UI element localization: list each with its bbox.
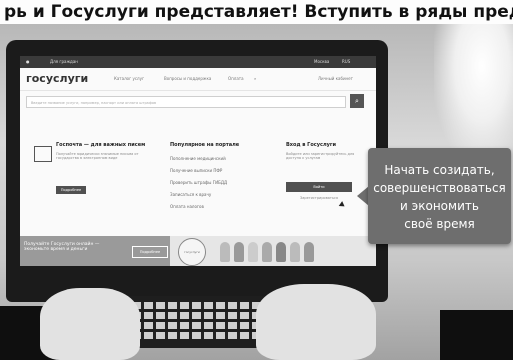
person-illustration: [290, 242, 300, 262]
login-button[interactable]: Войти: [286, 182, 352, 192]
left-hand: [40, 288, 140, 360]
login-title: Вход в Госуслуги: [286, 142, 336, 148]
emblem-icon: ●: [26, 59, 30, 64]
mouse-cursor-icon: [338, 201, 347, 209]
person-illustration: [234, 242, 244, 262]
person-illustration: [220, 242, 230, 262]
site-nav: госуслуги Каталог услуг Вопросы и поддер…: [20, 68, 376, 91]
person-illustration: [304, 242, 314, 262]
lang-select[interactable]: RUS: [342, 56, 350, 68]
person-illustration: [248, 242, 258, 262]
mail-icon: [34, 146, 52, 162]
window-light: [434, 24, 513, 164]
promo-more-button[interactable]: Подробнее: [132, 246, 168, 258]
popular-link[interactable]: Получение выписки ПФР: [170, 168, 222, 173]
gospochta-text: Получайте юридически значимые письма от …: [56, 152, 139, 160]
login-text: Войдите или зарегистрируйтесь для доступ…: [286, 152, 355, 160]
right-sleeve: [440, 310, 513, 360]
register-link[interactable]: Зарегистрироваться: [300, 196, 338, 200]
nav-link-support[interactable]: Вопросы и поддержка: [164, 76, 211, 81]
nav-link-payment[interactable]: Оплата: [228, 76, 244, 81]
audience-select[interactable]: Для граждан: [50, 56, 78, 68]
callout-line-4: своё время: [404, 217, 475, 231]
callout-line-1: Начать созидать,: [384, 163, 495, 177]
promo-banner: Получайте Госуслуги онлайн — экономьте в…: [20, 236, 376, 266]
site-topbar: ● Для граждан Москва RUS: [20, 56, 376, 68]
site-logo[interactable]: госуслуги: [26, 72, 88, 85]
search-input[interactable]: Введите название услуги, например, паспо…: [26, 96, 346, 108]
popular-link[interactable]: Записаться к врачу: [170, 192, 211, 197]
search-icon[interactable]: ⌕: [254, 76, 256, 81]
gospochta-more-button[interactable]: Подробнее: [56, 186, 86, 194]
popular-link[interactable]: Проверить штрафы ГИБДД: [170, 180, 227, 185]
popular-link[interactable]: Пополнение медицинский: [170, 156, 226, 161]
gosuslugi-stamp: госуслуги: [178, 238, 206, 266]
right-hand: [256, 284, 376, 360]
cabinet-link[interactable]: Личный кабинет: [318, 76, 353, 81]
city-select[interactable]: Москва: [314, 56, 329, 68]
callout-line-2: совершенствоваться: [373, 181, 506, 195]
person-illustration: [276, 242, 286, 262]
top-caption-text: рь и Госуслуги представляет! Вступить в …: [0, 0, 513, 24]
gospochta-title: Госпочта — для важных писем: [56, 142, 146, 148]
laptop-screen: ● Для граждан Москва RUS госуслуги Катал…: [20, 56, 376, 266]
search-button[interactable]: ⌕: [350, 94, 364, 108]
popular-title: Популярное на портале: [170, 142, 240, 148]
callout-line-3: и экономить: [400, 199, 479, 213]
popular-link[interactable]: Оплата налогов: [170, 204, 204, 209]
nav-link-catalog[interactable]: Каталог услуг: [114, 76, 144, 81]
person-illustration: [262, 242, 272, 262]
